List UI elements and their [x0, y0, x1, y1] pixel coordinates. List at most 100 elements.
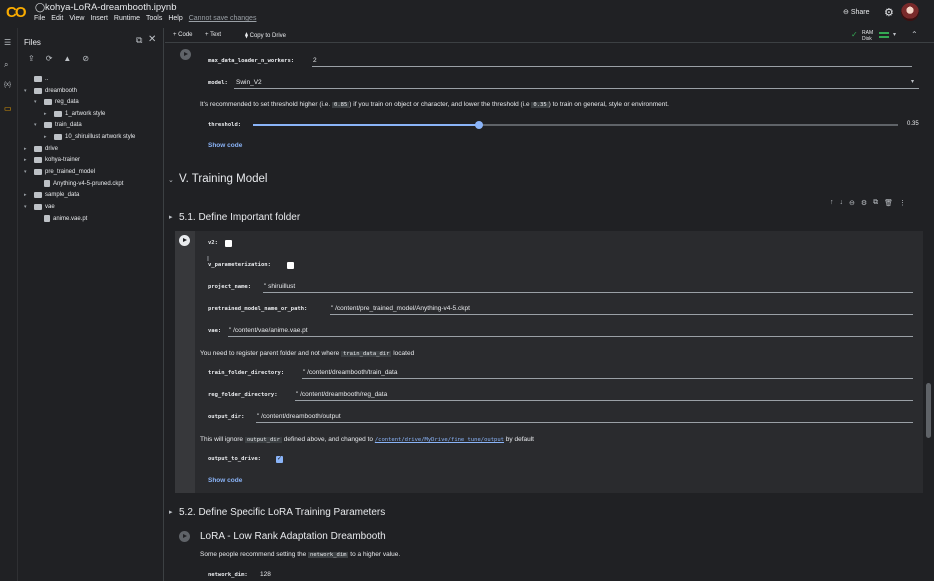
close-icon[interactable]: ✕ — [148, 34, 156, 45]
refresh-icon[interactable]: ⟳ — [46, 54, 53, 63]
expand-caret-icon[interactable]: ▸ — [24, 192, 31, 198]
folder-item[interactable]: ▸ 1_artwork style — [44, 110, 105, 117]
files-icon[interactable]: ▭ — [4, 104, 12, 113]
menu-file[interactable]: File — [34, 15, 45, 22]
pretrained-input[interactable]: " /content/pre_trained_model/Anything-v4… — [331, 305, 470, 312]
folder-item[interactable]: ▸ kohya-trainer — [24, 157, 81, 164]
folder-item[interactable]: .. — [24, 76, 48, 82]
show-code-link[interactable]: Show code — [208, 142, 242, 149]
v2-checkbox[interactable] — [225, 240, 232, 247]
folder-item[interactable]: ▾ dreambooth — [24, 87, 77, 94]
workers-field-underline — [312, 66, 912, 67]
resources-indicator[interactable]: RAM Disk — [862, 30, 873, 42]
scrollbar-track[interactable] — [923, 43, 934, 581]
folder-icon — [34, 192, 42, 198]
folder-item[interactable]: ▸ sample_data — [24, 192, 79, 198]
menu-help[interactable]: Help — [168, 15, 182, 22]
expand-caret-icon[interactable]: ▸ — [44, 111, 51, 117]
move-down-icon[interactable]: ↓ — [840, 199, 844, 207]
link-icon[interactable]: ⊖ — [849, 199, 855, 207]
ignore-note: This will ignore output_dir defined abov… — [200, 436, 534, 443]
threshold-label: threshold: — [208, 122, 242, 128]
run-cell-button[interactable] — [179, 235, 190, 246]
mount-drive-icon[interactable]: ▲ — [63, 54, 71, 63]
notebook-toolbar: + Code + Text ⧫ Copy to Drive ✓ RAM Disk … — [165, 28, 934, 43]
project-name-underline — [263, 292, 913, 293]
expand-caret-icon[interactable]: ▸ — [24, 146, 31, 152]
vae-input[interactable]: " /content/vae/anime.vae.pt — [229, 327, 308, 334]
add-text-button[interactable]: + Text — [205, 32, 221, 38]
cell-settings-gear-icon[interactable]: ⚙ — [861, 199, 867, 207]
workers-value[interactable]: 2 — [313, 57, 317, 64]
tree-item-label: sample_data — [45, 192, 80, 198]
mirror-cell-icon[interactable]: ⧉ — [873, 199, 878, 207]
folder-item[interactable]: ▸ 10_shiruillust artwork style — [44, 134, 135, 140]
folder-icon — [44, 122, 52, 129]
menu-view[interactable]: View — [69, 15, 84, 22]
notebook-title[interactable]: kohya-LoRA-dreambooth.ipynb — [45, 2, 177, 13]
threshold-slider[interactable] — [253, 121, 898, 129]
expand-caret-icon[interactable]: ▾ — [34, 122, 41, 128]
model-dropdown-icon[interactable]: ▾ — [911, 78, 914, 85]
folder-item[interactable]: ▾ train_data — [34, 122, 82, 129]
reg-dir-input[interactable]: " /content/dreambooth/reg_data — [296, 391, 387, 398]
threshold-slider-handle[interactable] — [474, 121, 483, 129]
folder-item[interactable]: ▾ vae — [24, 203, 55, 210]
scrollbar-thumb[interactable] — [926, 383, 931, 438]
move-up-icon[interactable]: ↑ — [830, 199, 834, 207]
folder-item[interactable]: ▾ pre_trained_model — [24, 168, 95, 175]
save-warning-link[interactable]: Cannot save changes — [189, 15, 257, 22]
run-cell-button[interactable] — [179, 531, 190, 542]
tree-item-label: 10_shiruillust artwork style — [65, 134, 136, 140]
menu-tools[interactable]: Tools — [146, 15, 162, 22]
files-toolbar: ⇪ ⟳ ▲ ⊘ — [28, 54, 89, 63]
subsection-caret-icon[interactable]: ▸ — [169, 508, 173, 516]
tree-item-label: anime.vae.pt — [53, 215, 88, 222]
file-item[interactable]: Anything-v4-5-pruned.ckpt — [34, 180, 123, 188]
drive-output-link[interactable]: /content/drive/MyDrive/fine_tune/output — [375, 437, 504, 443]
expand-caret-icon[interactable]: ▸ — [44, 134, 51, 140]
train-dir-label: train_folder_directory: — [208, 370, 285, 376]
runtime-dropdown-icon[interactable]: ▾ — [893, 31, 896, 38]
copy-to-drive-button[interactable]: ⧫ Copy to Drive — [245, 32, 286, 39]
delete-icon[interactable]: 🗑 — [884, 199, 893, 207]
train-dir-input[interactable]: " /content/dreambooth/train_data — [303, 369, 397, 376]
add-code-button[interactable]: + Code — [173, 32, 193, 38]
menu-runtime[interactable]: Runtime — [114, 15, 140, 22]
share-button[interactable]: ⊖ Share — [843, 8, 870, 16]
model-select-value[interactable]: Swin_V2 — [236, 79, 262, 86]
run-cell-button[interactable] — [180, 49, 191, 60]
show-code-link[interactable]: Show code — [208, 477, 242, 484]
menu-insert[interactable]: Insert — [90, 15, 108, 22]
subsection-title-2: 5.2. Define Specific LoRA Training Param… — [179, 507, 386, 518]
settings-gear-icon[interactable]: ⚙ — [884, 6, 894, 19]
folder-item[interactable]: ▾ reg_data — [34, 99, 79, 106]
colab-logo[interactable]: CO — [6, 4, 26, 21]
output-dir-input[interactable]: " /content/dreambooth/output — [257, 413, 341, 420]
open-in-tab-icon[interactable]: ⧉ — [136, 35, 142, 46]
more-icon[interactable]: ⋮ — [899, 199, 906, 207]
network-dim-value[interactable]: 128 — [260, 571, 271, 578]
file-item[interactable]: anime.vae.pt — [34, 215, 88, 223]
expand-caret-icon[interactable]: ▾ — [24, 88, 31, 94]
variables-icon[interactable]: {x} — [4, 82, 11, 88]
folder-item[interactable]: ▸ drive — [24, 145, 58, 152]
hide-files-icon[interactable]: ⊘ — [82, 54, 89, 63]
subsection-caret-icon[interactable]: ▸ — [169, 213, 173, 221]
project-name-input[interactable]: " shiruillust — [264, 283, 295, 290]
collapse-header-icon[interactable]: ⌃ — [911, 30, 918, 39]
section-collapse-caret[interactable]: ⌄ — [168, 176, 174, 184]
table-of-contents-icon[interactable]: ☰ — [4, 38, 11, 47]
vparam-checkbox[interactable] — [287, 262, 294, 269]
expand-caret-icon[interactable]: ▾ — [34, 99, 41, 105]
tree-item-label: kohya-trainer — [45, 157, 81, 164]
expand-caret-icon[interactable]: ▾ — [24, 169, 31, 175]
upload-file-icon[interactable]: ⇪ — [28, 54, 35, 63]
expand-caret-icon[interactable]: ▸ — [24, 157, 31, 163]
output-to-drive-checkbox[interactable]: ✓ — [276, 456, 283, 463]
expand-caret-icon[interactable]: ▾ — [24, 204, 31, 210]
register-note: You need to register parent folder and n… — [200, 350, 415, 357]
menu-edit[interactable]: Edit — [51, 15, 63, 22]
user-avatar[interactable] — [901, 3, 919, 21]
search-icon[interactable]: ⌕ — [4, 60, 8, 70]
